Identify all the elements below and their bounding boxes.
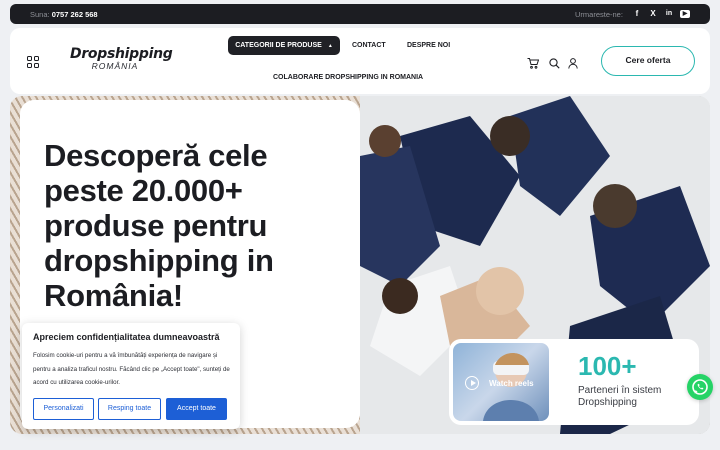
cookie-customize-button[interactable]: Personalizati <box>33 398 94 420</box>
follow-label: Urmareste-ne: <box>575 10 623 19</box>
cookie-title: Apreciem confidențialitatea dumneavoastr… <box>33 332 220 342</box>
youtube-icon[interactable]: ▶ <box>680 10 690 18</box>
search-icon[interactable] <box>549 56 560 74</box>
facebook-icon[interactable]: f <box>631 8 643 20</box>
x-icon[interactable]: X <box>647 8 659 20</box>
nav-partnership[interactable]: COLABORARE DROPSHIPPING IN ROMANIA <box>273 74 423 81</box>
top-bar: Suna: 0757 262 568 Urmareste-ne: f X in … <box>10 4 710 24</box>
hero-title: Descoperă cele peste 20.000+ produse pen… <box>44 138 274 313</box>
linkedin-icon[interactable]: in <box>663 8 675 20</box>
request-offer-button[interactable]: Cere oferta <box>601 46 695 76</box>
partners-count: 100+ <box>578 351 637 381</box>
logo-main: Dropshipping <box>70 46 173 62</box>
nav-about[interactable]: DESPRE NOI <box>407 42 450 49</box>
user-icon[interactable] <box>568 56 578 74</box>
watch-reels-thumbnail[interactable]: Watch reels <box>453 343 549 421</box>
watch-reels-label: Watch reels <box>489 379 534 388</box>
cart-icon[interactable] <box>527 56 540 74</box>
caret-up-icon: ▲ <box>327 43 333 49</box>
play-icon[interactable] <box>465 376 479 390</box>
main-header: Dropshipping ROMÂNIA CATEGORII DE PRODUS… <box>10 28 710 94</box>
whatsapp-icon <box>692 379 708 395</box>
cookie-text: Folosim cookie-uri pentru a vă îmbunătăț… <box>33 352 230 386</box>
cookie-reject-button[interactable]: Resping toate <box>98 398 161 420</box>
phone-info[interactable]: Suna: 0757 262 568 <box>30 10 98 19</box>
nav-categories-label: CATEGORII DE PRODUSE <box>235 42 322 49</box>
partners-label: Parteneri în sistem Dropshipping <box>578 385 662 408</box>
phone-label: Suna: <box>30 10 50 19</box>
cookie-accept-button[interactable]: Accept toate <box>166 398 227 420</box>
site-logo[interactable]: Dropshipping ROMÂNIA <box>70 46 173 71</box>
nav-categories-button[interactable]: CATEGORII DE PRODUSE ▲ <box>228 36 340 55</box>
whatsapp-button[interactable] <box>687 374 713 400</box>
grid-menu-icon[interactable] <box>27 55 39 73</box>
logo-sub: ROMÂNIA <box>91 61 139 71</box>
partners-stats-card: Watch reels 100+ Parteneri în sistem Dro… <box>449 339 699 425</box>
phone-number[interactable]: 0757 262 568 <box>52 10 98 19</box>
nav-contact[interactable]: CONTACT <box>352 42 386 49</box>
cookie-consent-banner: Apreciem confidențialitatea dumneavoastr… <box>22 323 240 429</box>
